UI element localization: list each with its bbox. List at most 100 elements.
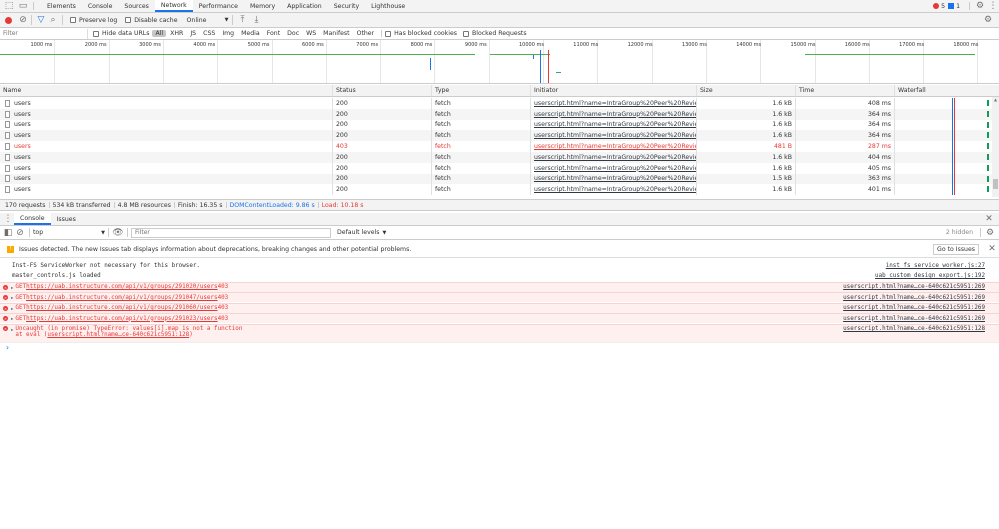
timeline-overview[interactable]: 1000 ms 2000 ms 3000 ms 4000 ms 5000 ms 6000 … — [0, 40, 999, 84]
source-link[interactable]: uab_custom_design_export.js:192 — [875, 273, 985, 279]
type-filter-doc[interactable]: Doc — [284, 30, 302, 37]
table-row[interactable]: users 200 fetch userscript.html?name=IntraG… — [0, 162, 999, 174]
scrollbar-up-arrow[interactable]: ▲ — [992, 97, 999, 102]
log-levels-select[interactable]: Default levels ▼ — [337, 229, 386, 236]
expand-triangle-icon[interactable]: ▶ — [11, 295, 13, 300]
cell-text[interactable]: userscript.html?name=IntraGroup%20Peer%2… — [534, 111, 696, 118]
type-filter-img[interactable]: Img — [219, 30, 237, 37]
table-row[interactable]: users 403 fetch userscript.html?name=IntraG… — [0, 141, 999, 152]
blocked-requests-checkbox[interactable]: Blocked Requests — [463, 30, 527, 37]
cell-text[interactable]: userscript.html?name=IntraGroup%20Peer%2… — [534, 143, 696, 150]
tab-memory[interactable]: Memory — [244, 0, 281, 12]
cell-text[interactable]: userscript.html?name=IntraGroup%20Peer%2… — [534, 154, 696, 161]
search-icon[interactable]: ⌕ — [47, 15, 59, 25]
type-filter-xhr[interactable]: XHR — [167, 30, 186, 37]
request-url-link[interactable]: https://uab.instructure.com/api/v1/group… — [26, 305, 218, 311]
record-icon[interactable] — [5, 16, 12, 24]
col-header-name[interactable]: Name — [0, 85, 333, 96]
cell-initiator[interactable]: userscript.html?name=IntraGroup%20Peer%2… — [531, 108, 697, 120]
go-to-issues-button[interactable]: Go to Issues — [933, 243, 979, 255]
type-filter-manifest[interactable]: Manifest — [320, 30, 352, 37]
disable-cache-checkbox[interactable]: Disable cache — [125, 17, 178, 24]
tab-application[interactable]: Application — [281, 0, 328, 12]
more-options-icon[interactable]: ⋮ — [987, 1, 999, 11]
import-har-icon[interactable]: ⤒ — [236, 15, 250, 25]
source-link[interactable]: userscript.html?name…ce-640c621c5951:269 — [843, 316, 985, 322]
console-prompt[interactable]: › — [0, 342, 999, 352]
request-url-link[interactable]: https://uab.instructure.com/api/v1/group… — [26, 284, 218, 290]
more-tools-icon[interactable]: ⋮ — [2, 214, 14, 224]
cell-text[interactable]: userscript.html?name=IntraGroup%20Peer%2… — [534, 186, 696, 193]
device-toolbar-icon[interactable]: ▭ — [16, 1, 30, 11]
type-filter-other[interactable]: Other — [354, 30, 378, 37]
hide-data-urls-checkbox[interactable]: Hide data URLs — [93, 30, 149, 37]
tab-security[interactable]: Security — [328, 0, 365, 12]
source-link[interactable]: userscript.html?name…ce-640c621c5951:128 — [843, 326, 985, 332]
clear-console-icon[interactable]: ⊘ — [14, 228, 26, 238]
col-header-waterfall[interactable]: Waterfall — [895, 85, 999, 96]
tab-sources[interactable]: Sources — [118, 0, 154, 12]
col-header-initiator[interactable]: Initiator — [531, 85, 697, 96]
type-filter-js[interactable]: JS — [187, 30, 199, 37]
close-icon[interactable]: ✕ — [982, 214, 996, 224]
table-row[interactable]: users 200 fetch userscript.html?name=IntraG… — [0, 108, 999, 120]
expand-triangle-icon[interactable]: ▶ — [11, 306, 13, 311]
col-header-size[interactable]: Size — [697, 85, 796, 96]
expand-triangle-icon[interactable]: ▶ — [11, 316, 13, 321]
type-filter-font[interactable]: Font — [264, 30, 283, 37]
context-select[interactable]: top ▼ — [33, 229, 105, 236]
cell-initiator[interactable]: userscript.html?name=IntraGroup%20Peer%2… — [531, 184, 697, 196]
table-row[interactable]: users 200 fetch userscript.html?name=IntraG… — [0, 173, 999, 185]
cell-initiator[interactable]: userscript.html?name=IntraGroup%20Peer%2… — [531, 130, 697, 142]
type-filter-css[interactable]: CSS — [200, 30, 218, 37]
table-row[interactable]: users 200 fetch userscript.html?name=IntraG… — [0, 184, 999, 196]
gear-icon[interactable]: ⚙ — [973, 1, 987, 11]
gear-icon[interactable]: ⚙ — [984, 228, 996, 238]
tab-elements[interactable]: Elements — [41, 0, 82, 12]
col-header-time[interactable]: Time — [796, 85, 895, 96]
stack-link[interactable]: userscript.html?name…ce-640c621c5951:128 — [47, 332, 189, 338]
tab-lighthouse[interactable]: Lighthouse — [365, 0, 411, 12]
source-link[interactable]: userscript.html?name…ce-640c621c5951:269 — [843, 295, 985, 301]
source-link[interactable]: userscript.html?name…ce-640c621c5951:269 — [843, 284, 985, 290]
throttle-select[interactable]: Online ▼ — [187, 17, 229, 24]
eye-icon[interactable]: 👁 — [112, 228, 124, 238]
drawer-tab-issues[interactable]: Issues — [51, 213, 82, 225]
source-link[interactable]: inst_fs_service_worker.js:27 — [886, 263, 985, 269]
table-row[interactable]: users 200 fetch userscript.html?name=IntraG… — [0, 152, 999, 163]
cell-text[interactable]: userscript.html?name=IntraGroup%20Peer%2… — [534, 100, 696, 107]
cell-initiator[interactable]: userscript.html?name=IntraGroup%20Peer%2… — [531, 119, 697, 131]
table-row[interactable]: users 200 fetch userscript.html?name=IntraG… — [0, 98, 999, 109]
type-filter-ws[interactable]: WS — [303, 30, 319, 37]
close-icon[interactable]: ✕ — [987, 244, 997, 254]
expand-triangle-icon[interactable]: ▶ — [11, 327, 13, 332]
cell-text[interactable]: userscript.html?name=IntraGroup%20Peer%2… — [534, 175, 696, 182]
tab-console[interactable]: Console — [82, 0, 119, 12]
error-count-badge[interactable]: 5 1 — [933, 3, 960, 10]
filter-input[interactable] — [0, 28, 88, 39]
cell-initiator[interactable]: userscript.html?name=IntraGroup%20Peer%2… — [531, 98, 697, 109]
type-filter-all[interactable]: All — [152, 30, 167, 37]
preserve-log-checkbox[interactable]: Preserve log — [70, 17, 117, 24]
expand-triangle-icon[interactable]: ▶ — [11, 285, 13, 290]
cell-text[interactable]: userscript.html?name=IntraGroup%20Peer%2… — [534, 121, 696, 128]
cell-initiator[interactable]: userscript.html?name=IntraGroup%20Peer%2… — [531, 162, 697, 174]
cell-initiator[interactable]: userscript.html?name=IntraGroup%20Peer%2… — [531, 152, 697, 163]
inspect-icon[interactable]: ⬚ — [2, 1, 16, 11]
source-link[interactable]: userscript.html?name…ce-640c621c5951:269 — [843, 305, 985, 311]
col-header-status[interactable]: Status — [333, 85, 432, 96]
cell-initiator[interactable]: userscript.html?name=IntraGroup%20Peer%2… — [531, 141, 697, 152]
table-row[interactable]: users 200 fetch userscript.html?name=IntraG… — [0, 119, 999, 131]
sidebar-toggle-icon[interactable]: ◧ — [2, 228, 14, 238]
request-url-link[interactable]: https://uab.instructure.com/api/v1/group… — [26, 295, 218, 301]
export-har-icon[interactable]: ⤓ — [250, 15, 264, 25]
cell-text[interactable]: userscript.html?name=IntraGroup%20Peer%2… — [534, 132, 696, 139]
type-filter-media[interactable]: Media — [238, 30, 263, 37]
cell-text[interactable]: userscript.html?name=IntraGroup%20Peer%2… — [534, 165, 696, 172]
col-header-type[interactable]: Type — [432, 85, 531, 96]
filter-icon[interactable]: ▽ — [35, 15, 47, 25]
request-url-link[interactable]: https://uab.instructure.com/api/v1/group… — [26, 316, 218, 322]
table-row[interactable]: users 200 fetch userscript.html?name=IntraG… — [0, 130, 999, 142]
scrollbar-thumb[interactable] — [993, 179, 998, 189]
tab-network[interactable]: Network — [154, 0, 193, 12]
